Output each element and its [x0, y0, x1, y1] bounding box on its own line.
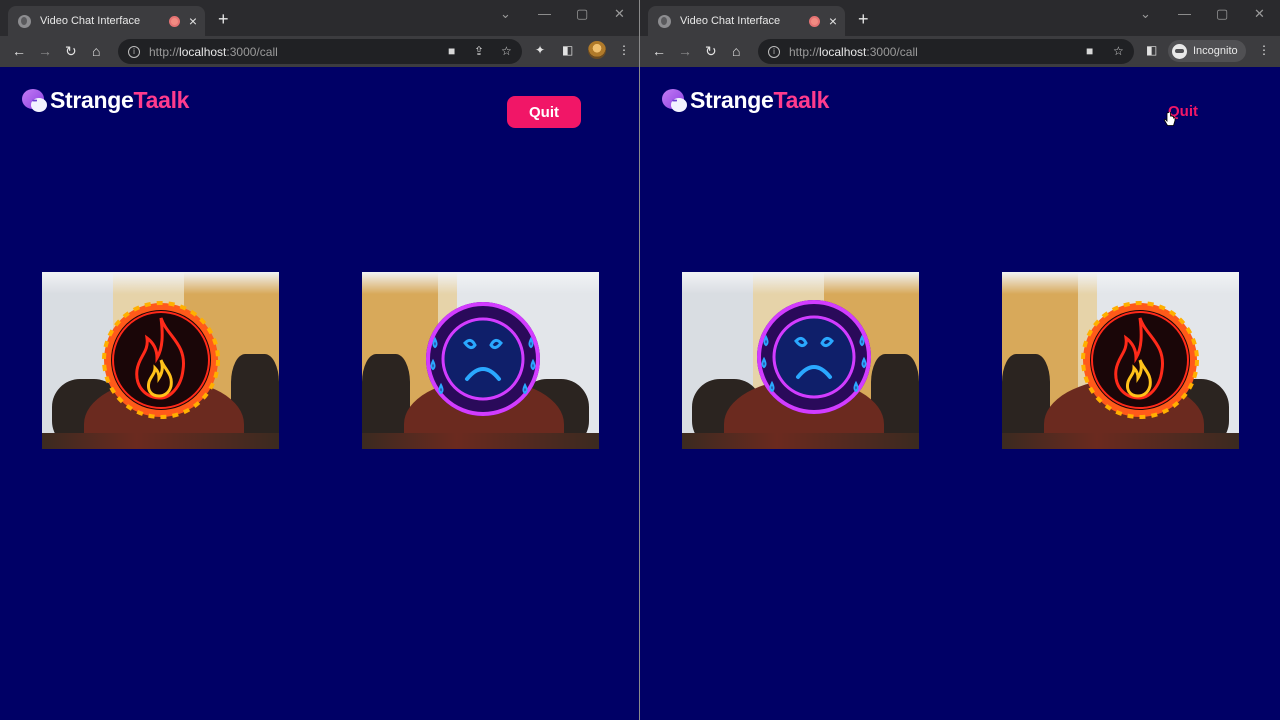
browser-tab[interactable]: Video Chat Interface × [648, 6, 845, 36]
globe-icon [658, 14, 671, 28]
brand-logo: StrangeTaalk [22, 87, 189, 114]
window-close-icon[interactable]: ✕ [1254, 6, 1265, 22]
brand-logo: StrangeTaalk [662, 87, 829, 114]
info-icon[interactable]: i [128, 45, 140, 58]
url-text: http://localhost:3000/call [149, 44, 278, 59]
tab-title: Video Chat Interface [40, 15, 141, 27]
incognito-badge[interactable]: Incognito [1168, 40, 1246, 62]
omnibox[interactable]: i http://localhost:3000/call ■ ⇪ ☆ [118, 39, 522, 64]
brand-name: StrangeTaalk [50, 87, 190, 113]
tab-close-icon[interactable]: × [189, 14, 197, 28]
window-close-icon[interactable]: ✕ [614, 6, 625, 22]
video-tile-local [682, 272, 919, 449]
forward-icon[interactable]: → [38, 42, 52, 60]
recording-indicator-icon [168, 15, 180, 27]
address-toolbar: ← → ↻ ⌂ i http://localhost:3000/call ■ ☆… [640, 36, 1280, 67]
maximize-icon[interactable]: ▢ [576, 6, 588, 22]
menu-icon[interactable]: ⋮ [618, 43, 630, 57]
bookmark-star-icon[interactable]: ☆ [1113, 44, 1124, 58]
title-bar: Video Chat Interface × + ⌄ — ▢ ✕ [640, 0, 1280, 36]
reload-icon[interactable]: ↻ [65, 42, 77, 60]
fire-mask-icon [1080, 300, 1200, 420]
title-bar: Video Chat Interface × + ⌄ — ▢ ✕ [0, 0, 639, 36]
browser-tab[interactable]: Video Chat Interface × [8, 6, 205, 36]
browser-window-right: Video Chat Interface × + ⌄ — ▢ ✕ ← → ↻ ⌂… [640, 0, 1280, 720]
quit-button[interactable]: Quit [507, 96, 581, 128]
globe-icon [18, 14, 31, 28]
video-tile-local [42, 272, 279, 449]
incognito-label: Incognito [1193, 45, 1238, 57]
profile-avatar[interactable] [588, 41, 606, 59]
incognito-icon [1172, 43, 1187, 59]
minimize-icon[interactable]: — [538, 6, 551, 21]
chat-bubble-icon [22, 88, 48, 113]
bookmark-star-icon[interactable]: ☆ [501, 44, 512, 58]
new-tab-icon[interactable]: + [218, 10, 229, 28]
camera-icon[interactable]: ■ [448, 44, 455, 58]
side-panel-icon[interactable]: ◧ [562, 43, 573, 57]
new-tab-icon[interactable]: + [858, 10, 869, 28]
omnibox[interactable]: i http://localhost:3000/call ■ ☆ [758, 39, 1134, 64]
sad-face-mask-icon [754, 297, 874, 417]
tab-search-icon[interactable]: ⌄ [1140, 6, 1151, 22]
menu-icon[interactable]: ⋮ [1258, 43, 1270, 57]
camera-icon[interactable]: ■ [1086, 44, 1093, 58]
address-toolbar: ← → ↻ ⌂ i http://localhost:3000/call ■ ⇪… [0, 36, 639, 67]
tab-close-icon[interactable]: × [829, 14, 837, 28]
app-content: StrangeTaalk Quit [640, 67, 1280, 720]
tab-search-icon[interactable]: ⌄ [500, 6, 511, 22]
reload-icon[interactable]: ↻ [705, 42, 717, 60]
app-content: StrangeTaalk Quit [0, 67, 639, 720]
screen: Video Chat Interface × + ⌄ — ▢ ✕ ← → ↻ ⌂… [0, 0, 1280, 720]
minimize-icon[interactable]: — [1178, 6, 1191, 21]
back-icon[interactable]: ← [652, 42, 666, 60]
share-icon[interactable]: ⇪ [474, 44, 484, 58]
recording-indicator-icon [808, 15, 820, 27]
hand-cursor-icon [1164, 112, 1176, 126]
back-icon[interactable]: ← [12, 42, 26, 60]
video-tile-remote [362, 272, 599, 449]
fire-mask-icon [101, 300, 221, 420]
home-icon[interactable]: ⌂ [92, 42, 100, 60]
forward-icon[interactable]: → [678, 42, 692, 60]
maximize-icon[interactable]: ▢ [1216, 6, 1228, 22]
tab-title: Video Chat Interface [680, 15, 781, 27]
chat-bubble-icon [662, 88, 688, 113]
brand-name: StrangeTaalk [690, 87, 830, 113]
browser-window-left: Video Chat Interface × + ⌄ — ▢ ✕ ← → ↻ ⌂… [0, 0, 640, 720]
info-icon[interactable]: i [768, 45, 780, 58]
video-tile-remote [1002, 272, 1239, 449]
side-panel-icon[interactable]: ◧ [1146, 43, 1157, 57]
home-icon[interactable]: ⌂ [732, 42, 740, 60]
sad-face-mask-icon [423, 299, 543, 419]
extensions-icon[interactable]: ✦ [535, 43, 545, 57]
url-text: http://localhost:3000/call [789, 44, 918, 59]
